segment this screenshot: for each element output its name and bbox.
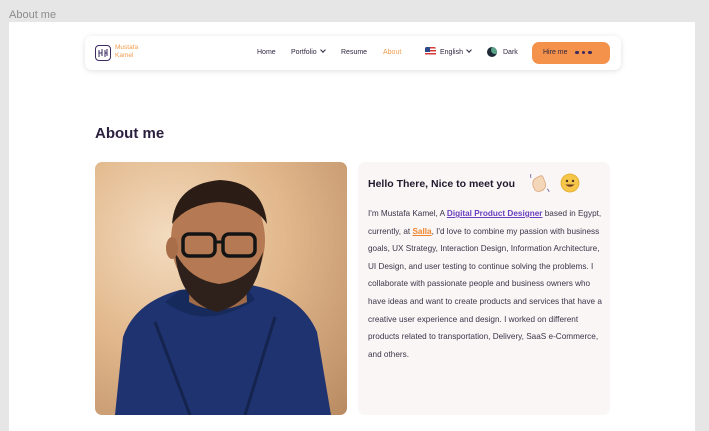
intro-title: Hello There, Nice to meet you bbox=[368, 178, 516, 190]
frame-label: About me bbox=[9, 9, 57, 21]
nav-portfolio-label: Portfolio bbox=[291, 49, 317, 56]
hire-me-button[interactable]: Hire me bbox=[532, 42, 610, 64]
intro-text-1: I'm Mustafa Kamel, A bbox=[368, 209, 447, 218]
chevron-down-icon bbox=[466, 47, 472, 53]
company-link[interactable]: Salla bbox=[412, 227, 431, 236]
moon-icon[interactable] bbox=[487, 47, 497, 57]
us-flag-icon bbox=[425, 47, 436, 56]
theme-toggle[interactable]: Dark bbox=[503, 49, 518, 56]
intro-text-3: , I'd love to combine my passion with bu… bbox=[368, 226, 602, 359]
waving-hand-icon bbox=[530, 173, 550, 193]
nav-resume[interactable]: Resume bbox=[341, 49, 367, 56]
intro-paragraph: I'm Mustafa Kamel, A Digital Product Des… bbox=[368, 205, 604, 363]
dots-icon bbox=[575, 50, 592, 54]
section-title: About me bbox=[95, 125, 165, 142]
mk-logo-icon[interactable] bbox=[95, 45, 111, 61]
navbar: Mustafa Kamel Home Portfolio Resume Abou… bbox=[85, 36, 621, 70]
hire-me-label: Hire me bbox=[543, 49, 568, 56]
language-label: English bbox=[440, 49, 463, 56]
brand-name[interactable]: Mustafa Kamel bbox=[115, 44, 138, 60]
nav-home[interactable]: Home bbox=[257, 49, 276, 56]
page-canvas: Mustafa Kamel Home Portfolio Resume Abou… bbox=[9, 22, 695, 431]
brand-first-name: Mustafa bbox=[115, 44, 139, 51]
nav-about[interactable]: About bbox=[383, 49, 401, 56]
language-selector[interactable]: English bbox=[440, 47, 472, 56]
nav-portfolio[interactable]: Portfolio bbox=[291, 47, 326, 56]
profile-photo bbox=[95, 162, 347, 415]
role-link[interactable]: Digital Product Designer bbox=[447, 209, 543, 218]
smiling-face-icon bbox=[560, 173, 580, 193]
intro-card: Hello There, Nice to meet you I'm Mustaf… bbox=[358, 162, 610, 415]
brand-last-name: Kamel bbox=[115, 52, 134, 59]
chevron-down-icon bbox=[319, 47, 326, 53]
